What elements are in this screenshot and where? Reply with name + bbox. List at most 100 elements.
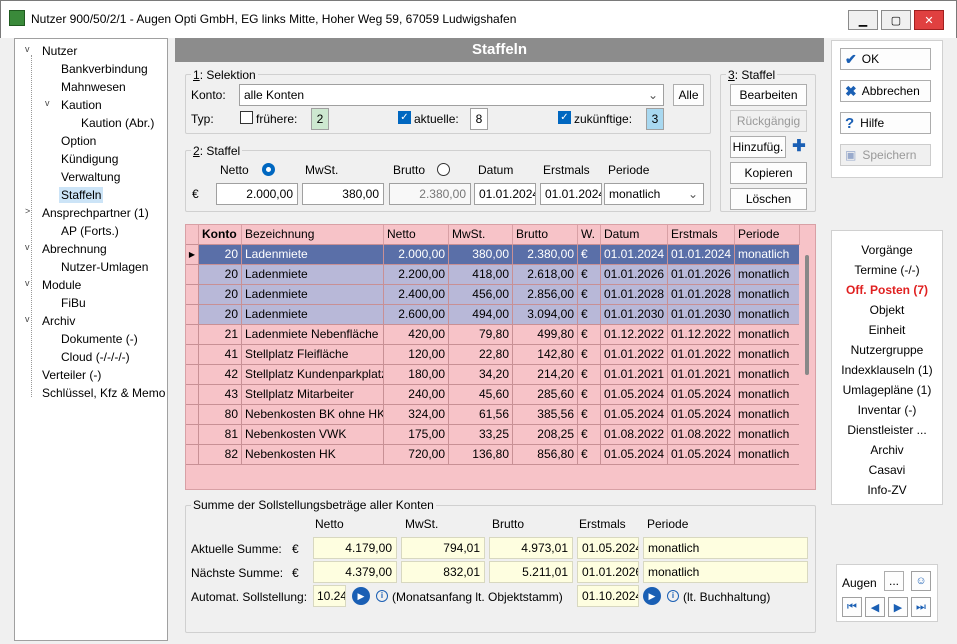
link-indexklauseln[interactable]: Indexklauseln (1) (832, 363, 942, 377)
periode-select[interactable]: monatlich ⌄ (604, 183, 704, 205)
last-record-button[interactable]: ⏭ (911, 597, 931, 617)
tree-item-ap-forts[interactable]: AP (Forts.) (61, 223, 119, 239)
tree-item-kaution-abr[interactable]: Kaution (Abr.) (81, 115, 154, 131)
tree-item-schluessel[interactable]: Schlüssel, Kfz & Memo (42, 385, 165, 401)
tree-item-nutzer-umlagen[interactable]: Nutzer-Umlagen (61, 259, 148, 275)
zukuenftige-checkbox[interactable]: ✓ (558, 111, 571, 124)
loeschen-button[interactable]: Löschen (730, 188, 807, 210)
erstmals-input[interactable]: 01.01.2024 (540, 183, 602, 205)
abbrechen-button[interactable]: ✖ Abbrechen (840, 80, 931, 102)
info-icon[interactable]: i (667, 590, 679, 602)
link-info-zv[interactable]: Info-ZV (832, 483, 942, 497)
bearbeiten-button[interactable]: Bearbeiten (730, 84, 807, 106)
col-waehrung[interactable]: W. (578, 225, 601, 245)
link-nutzergruppe[interactable]: Nutzergruppe (832, 343, 942, 357)
mwst-input[interactable]: 380,00 (302, 183, 384, 205)
datum-input[interactable]: 01.01.2024 (474, 183, 536, 205)
col-erstmals[interactable]: Erstmals (668, 225, 735, 245)
link-inventar[interactable]: Inventar (-) (832, 403, 942, 417)
col-periode[interactable]: Periode (735, 225, 800, 245)
chevron-down-icon[interactable]: v (25, 44, 30, 54)
hilfe-button[interactable]: ? Hilfe (840, 112, 931, 134)
col-netto[interactable]: Netto (384, 225, 449, 245)
tree-item-fibu[interactable]: FiBu (61, 295, 86, 311)
netto-input[interactable]: 2.000,00 (216, 183, 298, 205)
speichern-button[interactable]: ▣ Speichern (840, 144, 931, 166)
tree-item-cloud[interactable]: Cloud (-/-/-/-) (61, 349, 130, 365)
chevron-down-icon[interactable]: v (45, 98, 50, 108)
table-cell: € (578, 245, 601, 265)
user-icon[interactable]: ☺ (911, 571, 931, 591)
col-mwst[interactable]: MwSt. (449, 225, 513, 245)
chevron-right-icon[interactable]: > (25, 206, 30, 216)
next-record-button[interactable]: ▶ (888, 597, 908, 617)
prev-record-button[interactable]: ◀ (865, 597, 885, 617)
link-archiv[interactable]: Archiv (832, 443, 942, 457)
konto-select[interactable]: alle Konten ⌄ (239, 84, 664, 106)
table-cell: Nebenkosten BK ohne HK (242, 405, 384, 425)
table-row[interactable]: 20 Ladenmiete 2.600,00 494,00 3.094,00 €01.01… (186, 305, 815, 325)
table-row[interactable]: 80 Nebenkosten BK ohne HK 324,00 61,56 385,5… (186, 405, 815, 425)
link-casavi[interactable]: Casavi (832, 463, 942, 477)
col-datum[interactable]: Datum (601, 225, 668, 245)
rueckgaengig-button[interactable]: Rückgängig (730, 110, 807, 132)
link-vorgaenge[interactable]: Vorgänge (832, 243, 942, 257)
info-icon[interactable]: i (376, 590, 388, 602)
first-record-button[interactable]: ⏮ (842, 597, 862, 617)
tree-item-kaution[interactable]: Kaution (61, 97, 102, 113)
user-more-button[interactable]: ... (884, 571, 904, 591)
tree-item-staffeln[interactable]: Staffeln (59, 187, 104, 203)
ok-button[interactable]: ✔ OK (840, 48, 931, 70)
chevron-down-icon[interactable]: v (25, 278, 30, 288)
tree-item-archiv[interactable]: Archiv (42, 313, 75, 329)
link-objekt[interactable]: Objekt (832, 303, 942, 317)
add-icon[interactable]: ✚ (789, 136, 809, 156)
link-termine[interactable]: Termine (-/-) (832, 263, 942, 277)
table-row[interactable]: 82 Nebenkosten HK 720,00 136,80 856,80 €01.05… (186, 445, 815, 465)
tree-item-module[interactable]: Module (42, 277, 81, 293)
col-bezeichnung[interactable]: Bezeichnung (242, 225, 384, 245)
col-konto[interactable]: Konto (199, 225, 242, 245)
tree-item-option[interactable]: Option (61, 133, 96, 149)
hinzufuegen-button[interactable]: Hinzufüg. (730, 136, 786, 158)
link-dienstleister[interactable]: Dienstleister ... (832, 423, 942, 437)
brutto-input[interactable]: 2.380,00 (389, 183, 471, 205)
aktuelle-checkbox[interactable]: ✓ (398, 111, 411, 124)
maximize-button[interactable]: ▢ (881, 10, 911, 30)
tree-item-mahnwesen[interactable]: Mahnwesen (61, 79, 126, 95)
kopieren-button[interactable]: Kopieren (730, 162, 807, 184)
tree-item-nutzer[interactable]: Nutzer (42, 43, 77, 59)
tree-item-bankverbindung[interactable]: Bankverbindung (61, 61, 148, 77)
link-off-posten[interactable]: Off. Posten (7) (832, 283, 942, 297)
table-row[interactable]: 42 Stellplatz Kundenparkplatz 180,00 34,20 2… (186, 365, 815, 385)
minimize-button[interactable]: ▁ (848, 10, 878, 30)
table-cell: 01.01.2026 (668, 265, 735, 285)
link-umlageplaene[interactable]: Umlagepläne (1) (832, 383, 942, 397)
table-row[interactable]: 43 Stellplatz Mitarbeiter 240,00 45,60 285,6… (186, 385, 815, 405)
link-einheit[interactable]: Einheit (832, 323, 942, 337)
chevron-down-icon[interactable]: v (25, 242, 30, 252)
table-row[interactable]: ▶ 20 Ladenmiete 2.000,00 380,00 2.380,00 €01.0… (186, 245, 815, 265)
chevron-down-icon[interactable]: v (25, 314, 30, 324)
tree-item-verwaltung[interactable]: Verwaltung (61, 169, 120, 185)
col-brutto[interactable]: Brutto (513, 225, 578, 245)
table-row[interactable]: 21 Ladenmiete Nebenfläche 420,00 79,80 499,8… (186, 325, 815, 345)
table-row[interactable]: 41 Stellplatz Fleifläche 120,00 22,80 142,80… (186, 345, 815, 365)
tree-item-verteiler[interactable]: Verteiler (-) (42, 367, 101, 383)
scrollbar-thumb[interactable] (805, 255, 809, 375)
play-icon[interactable]: ▶ (352, 587, 370, 605)
table-row[interactable]: 81 Nebenkosten VWK 175,00 33,25 208,25 €01.08… (186, 425, 815, 445)
tree-item-abrechnung[interactable]: Abrechnung (42, 241, 107, 257)
tree-item-dokumente[interactable]: Dokumente (-) (61, 331, 138, 347)
table-row[interactable]: 20 Ladenmiete 2.400,00 456,00 2.856,00 €01.01… (186, 285, 815, 305)
tree-item-ansprechpartner[interactable]: Ansprechpartner (1) (42, 205, 149, 221)
fruehere-checkbox[interactable] (240, 111, 253, 124)
table-row[interactable]: 20 Ladenmiete 2.200,00 418,00 2.618,00 €01.01… (186, 265, 815, 285)
netto-radio[interactable] (262, 163, 275, 176)
close-button[interactable]: ✕ (914, 10, 944, 30)
play-icon[interactable]: ▶ (643, 587, 661, 605)
alle-button[interactable]: Alle (673, 84, 704, 106)
brutto-radio[interactable] (437, 163, 450, 176)
tree-item-kuendigung[interactable]: Kündigung (61, 151, 118, 167)
table-cell: € (578, 365, 601, 385)
